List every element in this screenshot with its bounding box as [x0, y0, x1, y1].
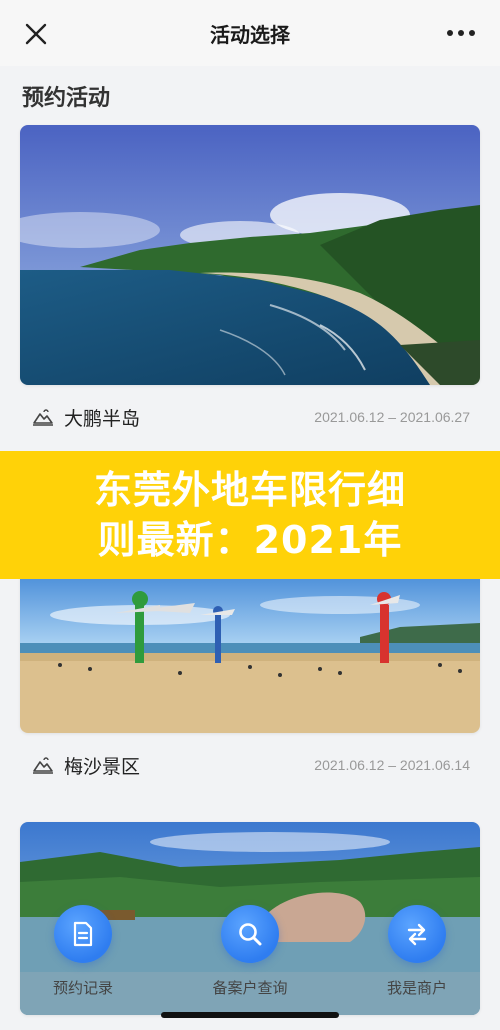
bottom-nav-records[interactable]: 预约记录	[18, 905, 148, 998]
more-icon[interactable]	[444, 22, 478, 44]
dapeng-photo	[20, 125, 480, 385]
meisha-photo	[20, 565, 480, 733]
bottom-nav-label: 备案户查询	[212, 979, 288, 997]
merchant-button[interactable]	[388, 905, 446, 963]
card-date: 2021.06.12 – 2021.06.14	[314, 757, 470, 773]
card-name: 大鹏半岛	[64, 407, 141, 430]
card-name: 梅沙景区	[64, 755, 141, 778]
activity-card-dapeng[interactable]: 大鹏半岛 2021.06.12 – 2021.06.27	[20, 125, 480, 449]
card-date: 2021.06.12 – 2021.06.27	[314, 409, 470, 425]
card-info: 大鹏半岛 2021.06.12 – 2021.06.27	[20, 385, 480, 449]
document-icon	[73, 921, 93, 947]
bottom-nav-label: 我是商户	[386, 979, 447, 997]
section-title: 预约活动	[22, 86, 111, 111]
bottom-nav-merchant[interactable]: 我是商户	[352, 905, 482, 998]
mountain-icon	[33, 409, 53, 426]
mountain-icon	[33, 757, 53, 774]
records-button[interactable]	[54, 905, 112, 963]
close-icon[interactable]	[22, 20, 50, 48]
bottom-nav-query[interactable]: 备案户查询	[185, 905, 315, 998]
bottom-nav: 预约记录 备案户查询 我是商户	[0, 905, 500, 1015]
activity-card-meisha[interactable]: 梅沙景区 2021.06.12 – 2021.06.14	[20, 565, 480, 797]
banner-line-2: 则最新：2021年	[97, 518, 403, 562]
query-button[interactable]	[221, 905, 279, 963]
promo-banner: 东莞外地车限行细 则最新：2021年	[0, 451, 500, 579]
card-info: 梅沙景区 2021.06.12 – 2021.06.14	[20, 733, 480, 797]
bottom-nav-label: 预约记录	[52, 979, 113, 997]
swap-icon	[407, 923, 427, 946]
search-icon	[239, 923, 262, 946]
nav-bar: 活动选择	[0, 0, 500, 66]
home-indicator[interactable]	[161, 1012, 339, 1018]
banner-line-1: 东莞外地车限行细	[93, 468, 406, 512]
page-title: 活动选择	[210, 22, 290, 47]
